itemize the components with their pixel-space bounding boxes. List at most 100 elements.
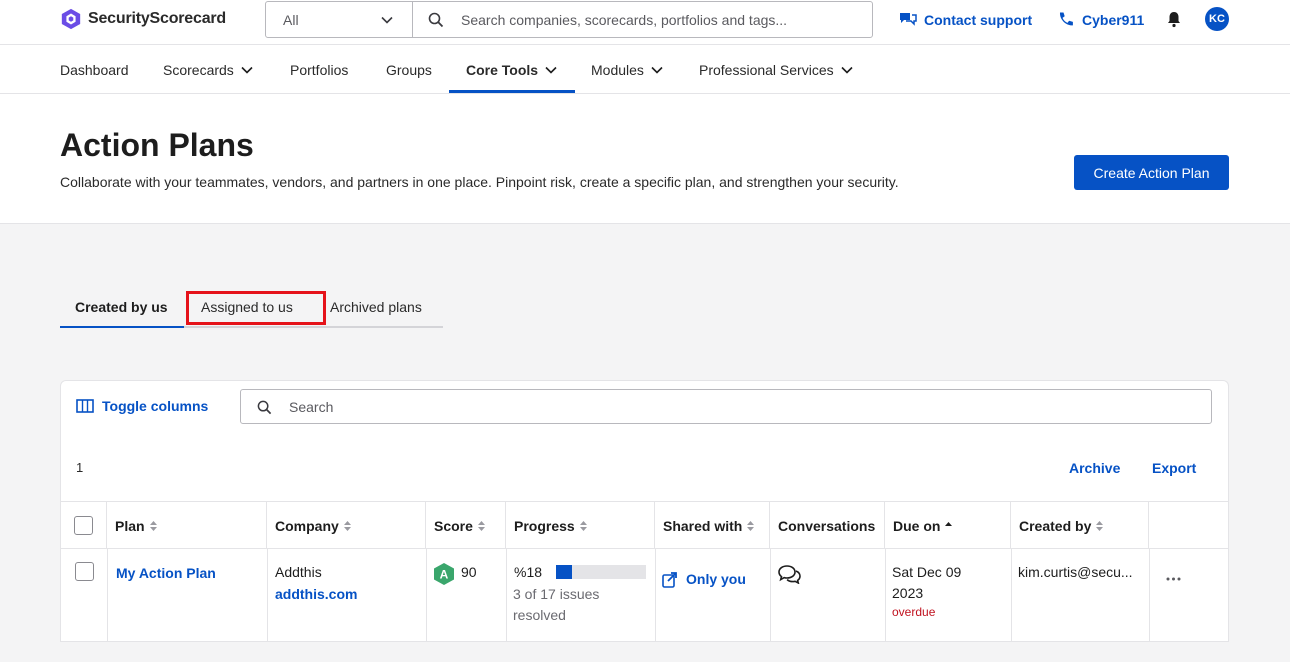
- shared-with-label: Only you: [686, 571, 746, 587]
- sort-icon: [477, 520, 485, 531]
- sort-ascending-icon: [945, 521, 953, 526]
- tab-active-indicator: [60, 326, 184, 328]
- cyber911-label: Cyber911: [1082, 12, 1145, 28]
- nav-core-tools[interactable]: Core Tools: [466, 45, 558, 94]
- table-search-placeholder: Search: [289, 398, 334, 415]
- tab-label: Archived plans: [330, 298, 422, 315]
- row-count: 1: [76, 460, 84, 475]
- select-all-checkbox[interactable]: [74, 516, 93, 535]
- nav-professional-services[interactable]: Professional Services: [699, 45, 854, 94]
- sort-icon: [149, 520, 157, 531]
- more-options-icon[interactable]: [1166, 577, 1181, 581]
- chevron-down-icon: [651, 66, 663, 74]
- column-header-label: Company: [275, 517, 339, 534]
- page-header: Action Plans Collaborate with your teamm…: [0, 94, 1290, 224]
- progress-bar-fill: [556, 565, 573, 579]
- nav-label: Scorecards: [163, 61, 234, 78]
- highlight-box: [186, 291, 326, 325]
- nav-modules[interactable]: Modules: [591, 45, 664, 94]
- nav-label: Dashboard: [60, 61, 129, 78]
- column-header-plan[interactable]: Plan: [107, 502, 267, 549]
- sort-icon: [1096, 520, 1104, 531]
- brand-name: SecurityScorecard: [88, 10, 227, 27]
- score-value: 90: [461, 564, 477, 580]
- conversations-icon[interactable]: [777, 564, 802, 584]
- column-header-label: Plan: [115, 517, 145, 534]
- scope-select[interactable]: All: [265, 1, 413, 38]
- overdue-badge: overdue: [892, 605, 936, 619]
- nav-portfolios[interactable]: Portfolios: [290, 45, 348, 94]
- column-header-label: Created by: [1019, 517, 1092, 534]
- column-header-conversations[interactable]: Conversations: [770, 502, 885, 549]
- created-by: kim.curtis@secu...: [1018, 564, 1133, 580]
- share-icon: [662, 571, 677, 588]
- chevron-down-icon: [241, 66, 253, 74]
- search-icon: [428, 12, 444, 28]
- nav-active-indicator: [449, 90, 575, 93]
- progress-detail: 3 of 17 issues resolved: [513, 586, 600, 623]
- brand-logo[interactable]: SecurityScorecard: [60, 8, 226, 30]
- global-search-input[interactable]: Search companies, scorecards, portfolios…: [412, 1, 873, 38]
- nav-label: Professional Services: [699, 61, 834, 78]
- company-name: Addthis: [275, 564, 322, 580]
- score-grade-letter: A: [440, 568, 449, 582]
- nav-label: Core Tools: [466, 61, 539, 78]
- column-header-label: Score: [434, 517, 473, 534]
- column-header-shared-with[interactable]: Shared with: [655, 502, 770, 549]
- user-avatar[interactable]: KC: [1205, 7, 1229, 31]
- chevron-down-icon: [545, 66, 557, 74]
- chat-bubbles-icon: [900, 13, 917, 26]
- top-header: SecurityScorecard All Search companies, …: [0, 0, 1290, 45]
- tab-label: Created by us: [75, 298, 168, 315]
- page-title: Action Plans: [60, 127, 254, 163]
- column-divider: [885, 549, 886, 642]
- column-header-created-by[interactable]: Created by: [1011, 502, 1149, 549]
- score-grade-badge: A: [434, 563, 454, 585]
- sort-icon: [343, 520, 351, 531]
- page-subtitle: Collaborate with your teammates, vendors…: [60, 174, 899, 190]
- chevron-down-icon: [841, 66, 853, 74]
- notification-bell-icon[interactable]: [1165, 10, 1183, 28]
- columns-icon: [76, 399, 94, 413]
- column-header-label: Shared with: [663, 517, 743, 534]
- column-divider: [506, 549, 507, 642]
- contact-support-link[interactable]: Contact support: [899, 11, 1032, 29]
- scorecard-logo-icon: [61, 8, 81, 30]
- column-header-label: Due on: [893, 517, 941, 534]
- shared-with-link[interactable]: Only you: [662, 569, 746, 590]
- nav-scorecards[interactable]: Scorecards: [163, 45, 254, 94]
- column-header-due-on[interactable]: Due on: [885, 502, 1011, 549]
- cyber911-link[interactable]: Cyber911: [1057, 11, 1144, 29]
- column-header-label: Conversations: [778, 517, 876, 534]
- column-header-score[interactable]: Score: [426, 502, 506, 549]
- sort-icon: [579, 520, 587, 531]
- due-date-line2: 2023: [892, 585, 924, 601]
- tab-created-by-us[interactable]: Created by us: [75, 287, 168, 326]
- column-header-company[interactable]: Company: [267, 502, 426, 549]
- due-date-line1: Sat Dec 09: [892, 564, 962, 580]
- nav-groups[interactable]: Groups: [386, 45, 432, 94]
- company-domain-link[interactable]: addthis.com: [275, 584, 357, 605]
- column-divider: [426, 549, 427, 642]
- archive-button[interactable]: Archive: [1069, 460, 1120, 476]
- column-header-progress[interactable]: Progress: [506, 502, 655, 549]
- plan-name-link[interactable]: My Action Plan: [116, 563, 216, 584]
- search-icon: [257, 400, 272, 415]
- contact-support-label: Contact support: [924, 12, 1033, 28]
- column-divider: [1149, 549, 1150, 642]
- global-search-placeholder: Search companies, scorecards, portfolios…: [461, 11, 788, 28]
- table-header: Plan Company Score Progress Shared with …: [61, 501, 1228, 549]
- column-header-label: Progress: [514, 517, 575, 534]
- column-divider: [267, 549, 268, 642]
- tab-archived-plans[interactable]: Archived plans: [330, 287, 422, 326]
- row-checkbox[interactable]: [75, 562, 94, 581]
- sort-icon: [747, 520, 755, 531]
- export-button[interactable]: Export: [1152, 460, 1196, 476]
- avatar-initials: KC: [1209, 13, 1225, 25]
- scope-select-value: All: [283, 11, 299, 28]
- nav-label: Modules: [591, 61, 644, 78]
- toggle-columns-button[interactable]: Toggle columns: [76, 398, 208, 414]
- table-search-input[interactable]: Search: [240, 389, 1212, 424]
- nav-dashboard[interactable]: Dashboard: [60, 45, 129, 94]
- create-action-plan-button[interactable]: Create Action Plan: [1074, 155, 1229, 190]
